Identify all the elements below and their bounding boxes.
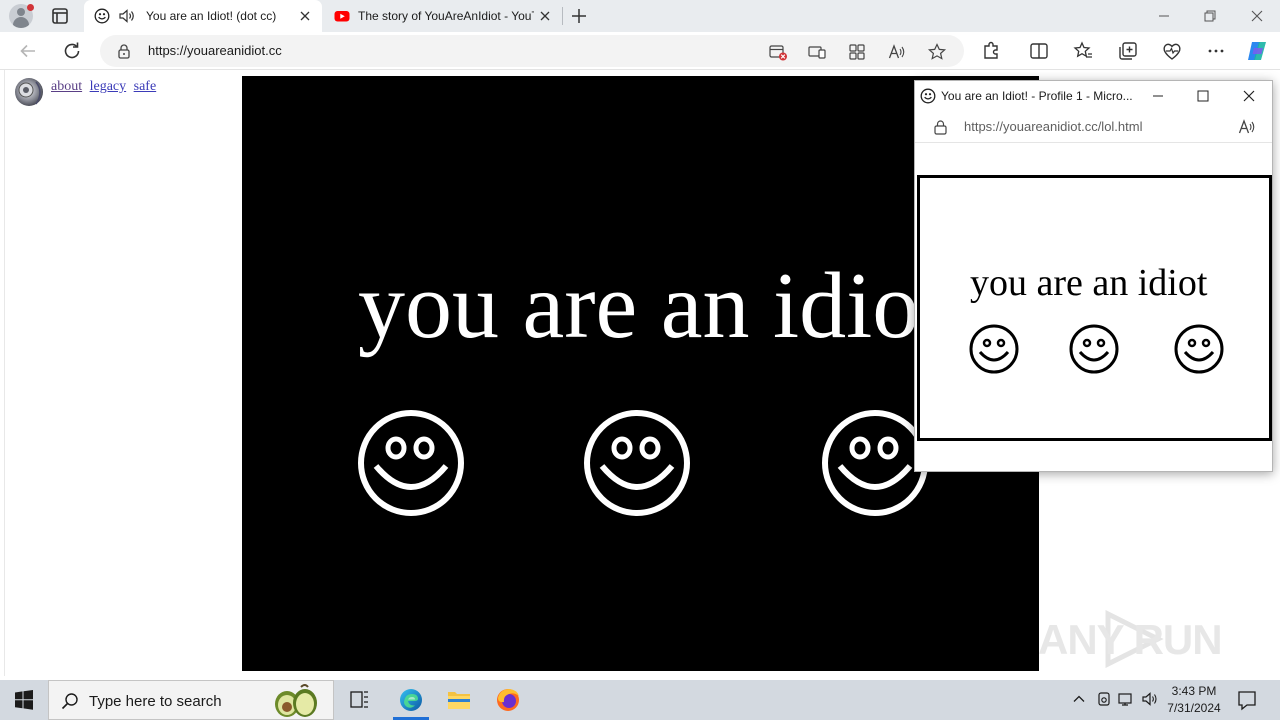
about-link[interactable]: about <box>51 79 82 94</box>
popup-text: you are an idiot <box>970 262 1208 304</box>
lock-icon[interactable] <box>116 43 132 59</box>
smiley-face-icon <box>1174 324 1224 374</box>
system-clock[interactable]: 3:43 PM 7/31/2024 <box>1162 683 1226 717</box>
tab-separator <box>562 7 563 25</box>
browser-toolbar: https://youareanidiot.cc <box>0 32 1280 70</box>
edge-icon <box>400 689 422 711</box>
window-minimize-button[interactable] <box>1141 0 1187 32</box>
nav-links: about legacy safe <box>51 79 160 95</box>
legacy-link[interactable]: legacy <box>90 79 127 94</box>
tab-youareanidiot[interactable]: You are an Idiot! (dot cc) <box>84 0 322 32</box>
popup-titlebar[interactable]: You are an Idiot! - Profile 1 - Micro... <box>915 81 1272 111</box>
volume-icon[interactable] <box>1141 690 1159 708</box>
app-available-icon[interactable] <box>807 42 827 62</box>
search-placeholder: Type here to search <box>89 693 222 710</box>
popup-close-button[interactable] <box>1227 81 1271 111</box>
smiley-face-icon <box>969 324 1019 374</box>
profile-head-shape <box>17 8 25 16</box>
read-aloud-icon[interactable] <box>1237 117 1257 137</box>
more-menu-icon[interactable] <box>1204 39 1228 63</box>
window-restore-button[interactable] <box>1187 0 1233 32</box>
smiley-face-icon <box>1069 324 1119 374</box>
blocked-popup-icon[interactable] <box>768 42 788 62</box>
popup-content[interactable]: you are an idiot <box>917 175 1272 441</box>
windows-start-icon[interactable] <box>0 680 48 720</box>
new-tab-icon[interactable] <box>568 5 590 27</box>
firefox-icon[interactable] <box>484 680 532 720</box>
smiley-favicon-icon <box>920 88 936 104</box>
popup-title: You are an Idiot! - Profile 1 - Micro... <box>941 89 1133 103</box>
anyrun-watermark: ANY RUN <box>1038 608 1238 668</box>
smiley-face-icon <box>584 410 690 516</box>
copilot-icon[interactable] <box>1245 39 1269 63</box>
lock-icon[interactable] <box>933 119 948 135</box>
popup-window[interactable]: You are an Idiot! - Profile 1 - Micro...… <box>914 80 1273 472</box>
tab-youtube-story[interactable]: The story of YouAreAnIdiot - YouTube <box>324 0 562 32</box>
screen: You are an Idiot! (dot cc) The story of … <box>0 0 1280 720</box>
taskbar: Type here to search 3:43 PM 7/31/2024 <box>0 680 1280 720</box>
read-aloud-icon[interactable] <box>887 42 907 62</box>
headline-text: you are an idiot <box>358 254 946 358</box>
address-url[interactable]: https://youareanidiot.cc <box>148 43 282 58</box>
chevron-up-icon[interactable] <box>1070 690 1088 708</box>
browser-essentials-icon[interactable] <box>1160 39 1184 63</box>
split-screen-icon[interactable] <box>1027 39 1051 63</box>
network-icon[interactable] <box>1117 690 1135 708</box>
task-view-icon[interactable] <box>336 680 384 720</box>
smiley-face-icon <box>358 410 464 516</box>
safe-link[interactable]: safe <box>134 79 157 94</box>
back-arrow-icon[interactable] <box>16 39 40 63</box>
smiley-favicon-icon <box>94 8 110 24</box>
taskbar-search-box[interactable]: Type here to search <box>48 680 334 720</box>
window-close-button[interactable] <box>1234 0 1280 32</box>
system-tray-device-icon[interactable] <box>1095 690 1113 708</box>
collections-icon[interactable] <box>1116 39 1140 63</box>
favorite-star-icon[interactable] <box>927 42 947 62</box>
popup-maximize-button[interactable] <box>1181 81 1225 111</box>
popup-url[interactable]: https://youareanidiot.cc/lol.html <box>964 119 1142 134</box>
youtube-favicon-icon <box>334 11 350 22</box>
watermark-text: ANY RUN <box>1038 616 1223 663</box>
tab-strip: You are an Idiot! (dot cc) The story of … <box>0 0 1280 32</box>
tab-audio-icon[interactable] <box>118 8 136 24</box>
tab-actions-icon[interactable] <box>48 5 72 27</box>
tab-close-icon[interactable] <box>538 9 552 23</box>
tab-title: You are an Idiot! (dot cc) <box>146 9 277 23</box>
favorites-icon[interactable] <box>1071 39 1095 63</box>
clock-date: 7/31/2024 <box>1167 701 1221 715</box>
speaker-icon[interactable] <box>12 76 46 108</box>
tab-title: The story of YouAreAnIdiot - YouTube <box>358 9 534 23</box>
address-bar[interactable]: https://youareanidiot.cc <box>100 35 964 67</box>
extensions-grid-icon[interactable] <box>847 42 867 62</box>
extensions-puzzle-icon[interactable] <box>979 39 1003 63</box>
popup-minimize-button[interactable] <box>1136 81 1180 111</box>
clock-time: 3:43 PM <box>1171 684 1217 698</box>
avocado-search-highlight-icon <box>275 684 317 717</box>
notification-center-icon[interactable] <box>1234 688 1260 712</box>
tab-close-icon[interactable] <box>298 9 312 23</box>
refresh-icon[interactable] <box>60 39 84 63</box>
profile-notification-dot <box>27 4 34 11</box>
popup-address-bar[interactable]: https://youareanidiot.cc/lol.html <box>915 111 1272 143</box>
edge-taskbar-button[interactable] <box>387 680 435 720</box>
file-explorer-icon[interactable] <box>435 680 483 720</box>
search-icon <box>61 693 78 710</box>
profile-body-shape <box>13 17 29 28</box>
